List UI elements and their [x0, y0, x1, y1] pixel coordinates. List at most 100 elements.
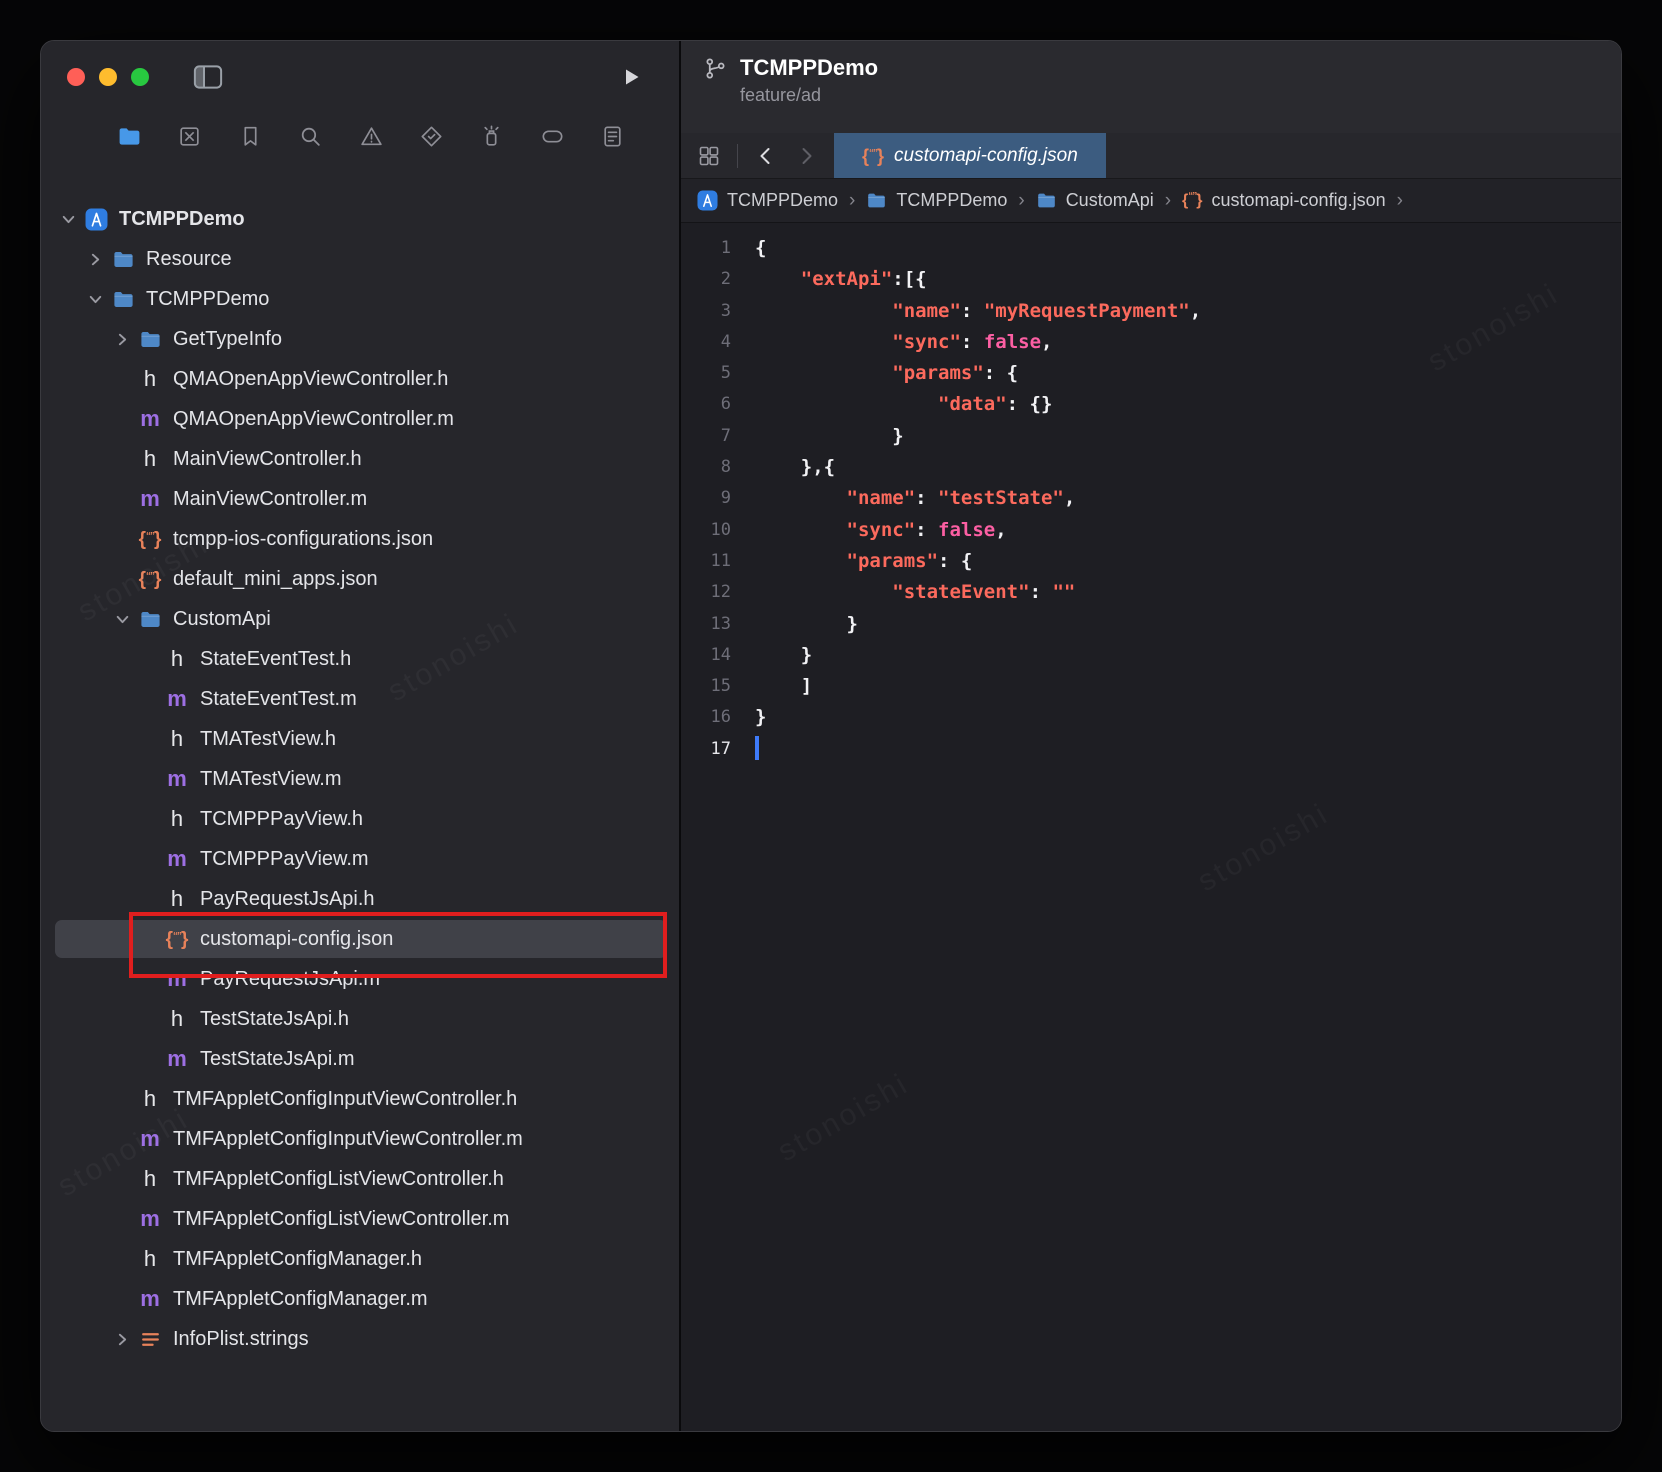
- window-title: TCMPPDemo: [740, 55, 878, 81]
- line-number: 12: [681, 577, 731, 608]
- code-line: 15 ]: [681, 671, 1621, 702]
- tree-item-tcmppdemo[interactable]: TCMPPDemo: [41, 279, 679, 319]
- branch-name: feature/ad: [740, 85, 1621, 106]
- breadcrumb-item[interactable]: TCMPPDemo: [866, 190, 1007, 211]
- tree-item-resource[interactable]: Resource: [41, 239, 679, 279]
- xcode-window: TCMPPDemoResourceTCMPPDemoGetTypeInfohQM…: [40, 40, 1622, 1432]
- source-control-navigator-icon[interactable]: [177, 124, 202, 149]
- code-line: 4 "sync": false,: [681, 327, 1621, 358]
- code-editor[interactable]: 1{2 "extApi":[{3 "name": "myRequestPayme…: [681, 223, 1621, 1431]
- tree-item-tmfappletconfiglistviewcontroller-m[interactable]: mTMFAppletConfigListViewController.m: [41, 1199, 679, 1239]
- tree-item-tmfappletconfigmanager-h[interactable]: hTMFAppletConfigManager.h: [41, 1239, 679, 1279]
- folder-icon: [135, 328, 165, 351]
- tree-item-label: TMATestView.h: [200, 728, 336, 751]
- toolbar-divider: [737, 144, 738, 168]
- tree-item-label: customapi-config.json: [200, 928, 393, 951]
- tab-overview-icon[interactable]: [697, 144, 721, 168]
- tree-item-mainviewcontroller-m[interactable]: mMainViewController.m: [41, 479, 679, 519]
- tree-item-mainviewcontroller-h[interactable]: hMainViewController.h: [41, 439, 679, 479]
- navigator-toolbar: [41, 113, 679, 159]
- tab-bar: {“”} customapi-config.json: [681, 133, 1621, 179]
- header-file-icon: h: [135, 448, 165, 470]
- tab-customapi-config-json[interactable]: {“”} customapi-config.json: [834, 133, 1106, 178]
- tab-label: customapi-config.json: [894, 145, 1078, 167]
- tree-item-tcmpppayview-m[interactable]: mTCMPPPayView.m: [41, 839, 679, 879]
- tree-item-default-mini-apps-json[interactable]: {“”}default_mini_apps.json: [41, 559, 679, 599]
- breadcrumb-item[interactable]: CustomApi: [1036, 190, 1154, 211]
- issues-navigator-icon[interactable]: [359, 124, 384, 149]
- tree-item-gettypeinfo[interactable]: GetTypeInfo: [41, 319, 679, 359]
- line-number: 16: [681, 702, 731, 733]
- disclosure-open-icon[interactable]: [82, 291, 108, 308]
- tree-item-tcmppdemo[interactable]: TCMPPDemo: [41, 199, 679, 239]
- tests-navigator-icon[interactable]: [419, 124, 444, 149]
- code-text: }: [731, 640, 812, 671]
- header-file-icon: h: [162, 808, 192, 830]
- back-button[interactable]: [754, 144, 778, 168]
- code-text: "data": {}: [731, 389, 1052, 420]
- tree-item-label: TMFAppletConfigListViewController.m: [173, 1208, 509, 1231]
- tree-item-qmaopenappviewcontroller-m[interactable]: mQMAOpenAppViewController.m: [41, 399, 679, 439]
- source-control-branch-icon: [703, 56, 728, 81]
- project-navigator-icon[interactable]: [117, 124, 142, 149]
- disclosure-open-icon[interactable]: [109, 611, 135, 628]
- tree-item-tmfappletconfiginputviewcontroller-m[interactable]: mTMFAppletConfigInputViewController.m: [41, 1119, 679, 1159]
- tree-item-stateeventtest-h[interactable]: hStateEventTest.h: [41, 639, 679, 679]
- tree-item-payrequestjsapi-m[interactable]: mPayRequestJsApi.m: [41, 959, 679, 999]
- header-file-icon: h: [135, 368, 165, 390]
- tree-item-tmfappletconfiginputviewcontroller-h[interactable]: h TMFAppletConfigInputViewController.h: [41, 1079, 679, 1119]
- line-number: 11: [681, 546, 731, 577]
- line-number: 15: [681, 671, 731, 702]
- find-navigator-icon[interactable]: [298, 124, 323, 149]
- breadcrumb-separator-icon: ›: [847, 190, 857, 212]
- code-line: 9 "name": "testState",: [681, 483, 1621, 514]
- reports-navigator-icon[interactable]: [600, 124, 625, 149]
- breadcrumb-item[interactable]: TCMPPDemo: [697, 190, 838, 211]
- breakpoints-navigator-icon[interactable]: [540, 124, 565, 149]
- tree-item-customapi[interactable]: CustomApi: [41, 599, 679, 639]
- bookmarks-navigator-icon[interactable]: [238, 124, 263, 149]
- disclosure-closed-icon[interactable]: [82, 251, 108, 268]
- breadcrumb-item[interactable]: {“”}customapi-config.json: [1182, 190, 1386, 211]
- forward-button[interactable]: [794, 144, 818, 168]
- tree-item-infoplist-strings[interactable]: InfoPlist.strings: [41, 1319, 679, 1359]
- tree-item-tmatestview-h[interactable]: hTMATestView.h: [41, 719, 679, 759]
- breadcrumb-separator-icon: ›: [1163, 190, 1173, 212]
- breadcrumb-label: TCMPPDemo: [727, 190, 838, 211]
- breadcrumb-label: TCMPPDemo: [896, 190, 1007, 211]
- tree-item-customapi-config-json[interactable]: {“”}customapi-config.json: [41, 919, 679, 959]
- tree-item-label: TCMPPPayView.h: [200, 808, 363, 831]
- tree-item-tmfappletconfiglistviewcontroller-h[interactable]: hTMFAppletConfigListViewController.h: [41, 1159, 679, 1199]
- tree-item-teststatejsapi-m[interactable]: mTestStateJsApi.m: [41, 1039, 679, 1079]
- minimize-button[interactable]: [99, 68, 117, 86]
- tree-item-qmaopenappviewcontroller-h[interactable]: hQMAOpenAppViewController.h: [41, 359, 679, 399]
- header-file-icon: h: [135, 1088, 165, 1110]
- tree-item-label: StateEventTest.m: [200, 688, 357, 711]
- disclosure-open-icon[interactable]: [55, 211, 81, 228]
- code-line: 6 "data": {}: [681, 389, 1621, 420]
- disclosure-closed-icon[interactable]: [109, 331, 135, 348]
- implementation-file-icon: m: [162, 768, 192, 790]
- tree-item-payrequestjsapi-h[interactable]: hPayRequestJsApi.h: [41, 879, 679, 919]
- text-cursor: [755, 736, 759, 760]
- tree-item-label: TCMPPPayView.m: [200, 848, 369, 871]
- tree-item-teststatejsapi-h[interactable]: hTestStateJsApi.h: [41, 999, 679, 1039]
- tree-item-tcmpp-ios-configurations-json[interactable]: {“”}tcmpp-ios-configurations.json: [41, 519, 679, 559]
- implementation-file-icon: m: [135, 488, 165, 510]
- disclosure-closed-icon[interactable]: [109, 1331, 135, 1348]
- tree-item-tcmpppayview-h[interactable]: h TCMPPPayView.h: [41, 799, 679, 839]
- zoom-button[interactable]: [131, 68, 149, 86]
- run-button[interactable]: [619, 64, 643, 90]
- traffic-lights: [67, 68, 149, 86]
- tree-item-tmfappletconfigmanager-m[interactable]: mTMFAppletConfigManager.m: [41, 1279, 679, 1319]
- tree-item-label: TMFAppletConfigInputViewController.h: [173, 1088, 517, 1111]
- tree-item-stateeventtest-m[interactable]: mStateEventTest.m: [41, 679, 679, 719]
- code-text: "name": "myRequestPayment",: [731, 296, 1201, 327]
- close-button[interactable]: [67, 68, 85, 86]
- sidebar-toggle-button[interactable]: [193, 64, 223, 90]
- folder-icon: [108, 288, 138, 311]
- tree-item-label: StateEventTest.h: [200, 648, 351, 671]
- tree-item-tmatestview-m[interactable]: mTMATestView.m: [41, 759, 679, 799]
- code-line: 1{: [681, 233, 1621, 264]
- debug-navigator-icon[interactable]: [479, 124, 504, 149]
